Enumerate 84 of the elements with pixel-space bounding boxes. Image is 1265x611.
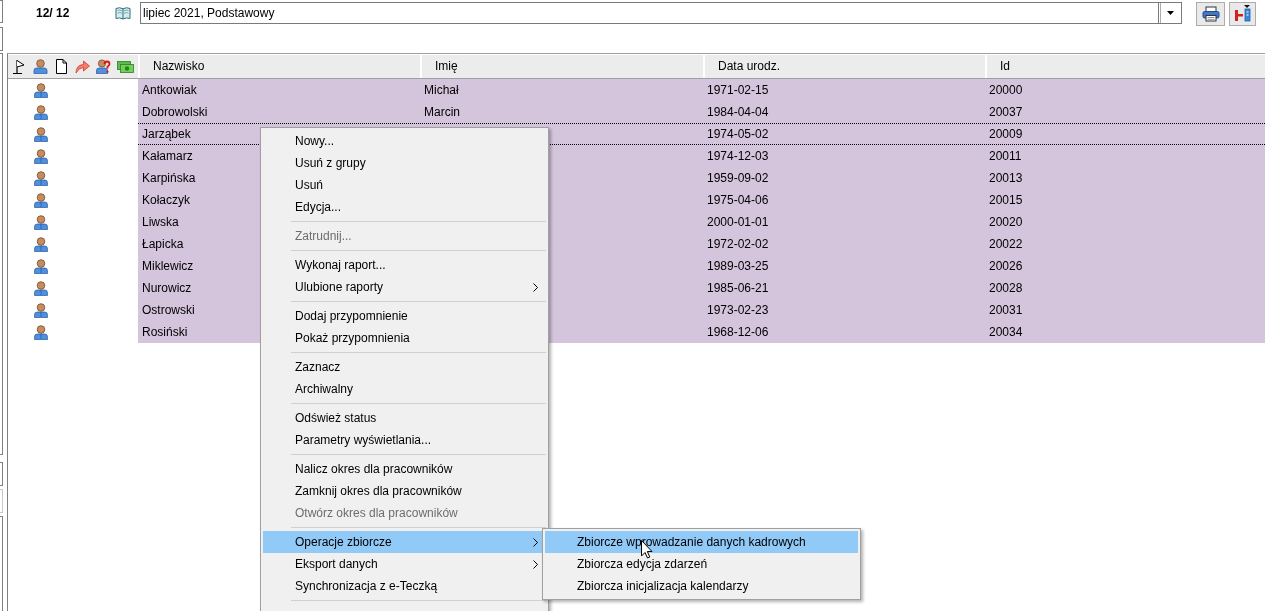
table-cell-text: Miklewicz [141, 258, 194, 275]
menu-item[interactable]: Zbiorcze wprowadzanie danych kadrowych [545, 531, 858, 553]
caret-down-icon [1166, 11, 1174, 15]
table-cell-text: 1971-02-15 [706, 82, 769, 99]
table-cell-text: 1985-06-21 [706, 280, 769, 297]
person-icon [34, 192, 48, 208]
panel-edge [0, 462, 3, 486]
menu-item[interactable]: Synchronizacja z e-Teczką [263, 575, 546, 597]
table-cell-text: 20034 [988, 324, 1023, 341]
table-row[interactable]: Antkowiak Michał 1971-02-15 20000 [138, 79, 1265, 101]
menu-item[interactable]: Zamknij okres dla pracowników [263, 480, 546, 502]
transfer-icon [1233, 5, 1252, 23]
menu-item[interactable]: Archiwalny [263, 378, 546, 400]
book-icon [115, 6, 131, 20]
table-cell-text: 20026 [988, 258, 1023, 275]
table-row[interactable]: Dobrowolski Marcin 1984-04-04 20037 [138, 101, 1265, 123]
table-cell-text: Antkowiak [141, 82, 197, 99]
table-cell-text: 1974-12-03 [706, 148, 769, 165]
person-icon [34, 126, 48, 142]
person-help-icon[interactable] [96, 59, 111, 74]
person-icon [34, 324, 48, 340]
person-icon [34, 82, 48, 98]
table-cell-text: 1973-02-23 [706, 302, 769, 319]
table-cell-text: 20022 [988, 236, 1023, 253]
person-icon[interactable] [33, 59, 48, 74]
table-cell-text: Liwska [141, 214, 179, 231]
dropdown-button[interactable] [1158, 2, 1182, 24]
person-icon [34, 236, 48, 252]
record-counter: 12/ 12 [35, 5, 71, 21]
menu-item[interactable]: Zbiorcza inicjalizacja kalendarzy [545, 575, 858, 597]
banknotes-icon[interactable] [117, 59, 134, 74]
table-cell-text: 1968-12-06 [706, 324, 769, 341]
table-cell-text: 20009 [988, 126, 1023, 143]
table-cell-text: 20028 [988, 280, 1023, 297]
period-field[interactable]: lipiec 2021, Podstawowy [140, 2, 1158, 24]
menu-item[interactable]: Eksport danych [263, 553, 546, 575]
print-button[interactable] [1196, 2, 1225, 26]
table-cell-text: 1974-05-02 [706, 126, 769, 143]
menu-item[interactable]: Ulubione raporty [263, 276, 546, 298]
table-cell-text: Kałamarz [141, 148, 193, 165]
person-icon [34, 214, 48, 230]
menu-item[interactable]: Parametry wyświetlania... [263, 429, 546, 451]
table-cell-text: 1972-02-02 [706, 236, 769, 253]
export-button[interactable] [1229, 2, 1256, 26]
table-cell-text: Ostrowski [141, 302, 195, 319]
table-cell-text: 1959-09-02 [706, 170, 769, 187]
person-icon [34, 280, 48, 296]
table-cell-text: 20000 [988, 82, 1023, 99]
table-cell-text: 1984-04-04 [706, 104, 769, 121]
person-icon [34, 170, 48, 186]
table-cell-text: 20013 [988, 170, 1023, 187]
table-cell-text: Rosiński [141, 324, 188, 341]
table-cell-text: 20015 [988, 192, 1023, 209]
table-cell-text: Łapicka [141, 236, 184, 253]
panel-edge [0, 27, 3, 51]
table-cell-text: Nurowicz [141, 280, 192, 297]
menu-item[interactable]: Nalicz okres dla pracowników [263, 458, 546, 480]
panel-edge [0, 489, 3, 513]
table-cell-text: Marcin [423, 104, 460, 121]
menu-item[interactable]: Zaznacz [263, 356, 546, 378]
table-cell-text: 20020 [988, 214, 1023, 231]
table-cell-text: Kołaczyk [141, 192, 191, 209]
person-icon [34, 148, 48, 164]
table-cell-text: 1989-03-25 [706, 258, 769, 275]
table-cell-text: Jarząbek [141, 126, 191, 143]
table-cell-text: 20011 [988, 148, 1022, 165]
document-icon[interactable] [54, 59, 69, 74]
person-icon [34, 302, 48, 318]
person-icon [34, 104, 48, 120]
person-icon [34, 258, 48, 274]
printer-icon [1201, 6, 1220, 22]
table-cell-text: Dobrowolski [141, 104, 208, 121]
panel-edge [0, 0, 3, 23]
table-cell-text: Michał [423, 82, 459, 99]
table-cell-text: 2000-01-01 [706, 214, 769, 231]
curved-arrow-icon[interactable] [75, 59, 90, 74]
table-cell-text: 1975-04-06 [706, 192, 769, 209]
menu-item[interactable]: Zbiorcza edycja zdarzeń [545, 553, 858, 575]
table-cell-text: 20031 [988, 302, 1023, 319]
table-cell-text: 20037 [988, 104, 1023, 121]
flag-icon[interactable] [12, 59, 27, 74]
menu-item[interactable]: Odśwież status [263, 407, 546, 429]
menu-item[interactable]: Wykonaj raport... [263, 254, 546, 276]
table-cell-text: Karpińska [141, 170, 196, 187]
